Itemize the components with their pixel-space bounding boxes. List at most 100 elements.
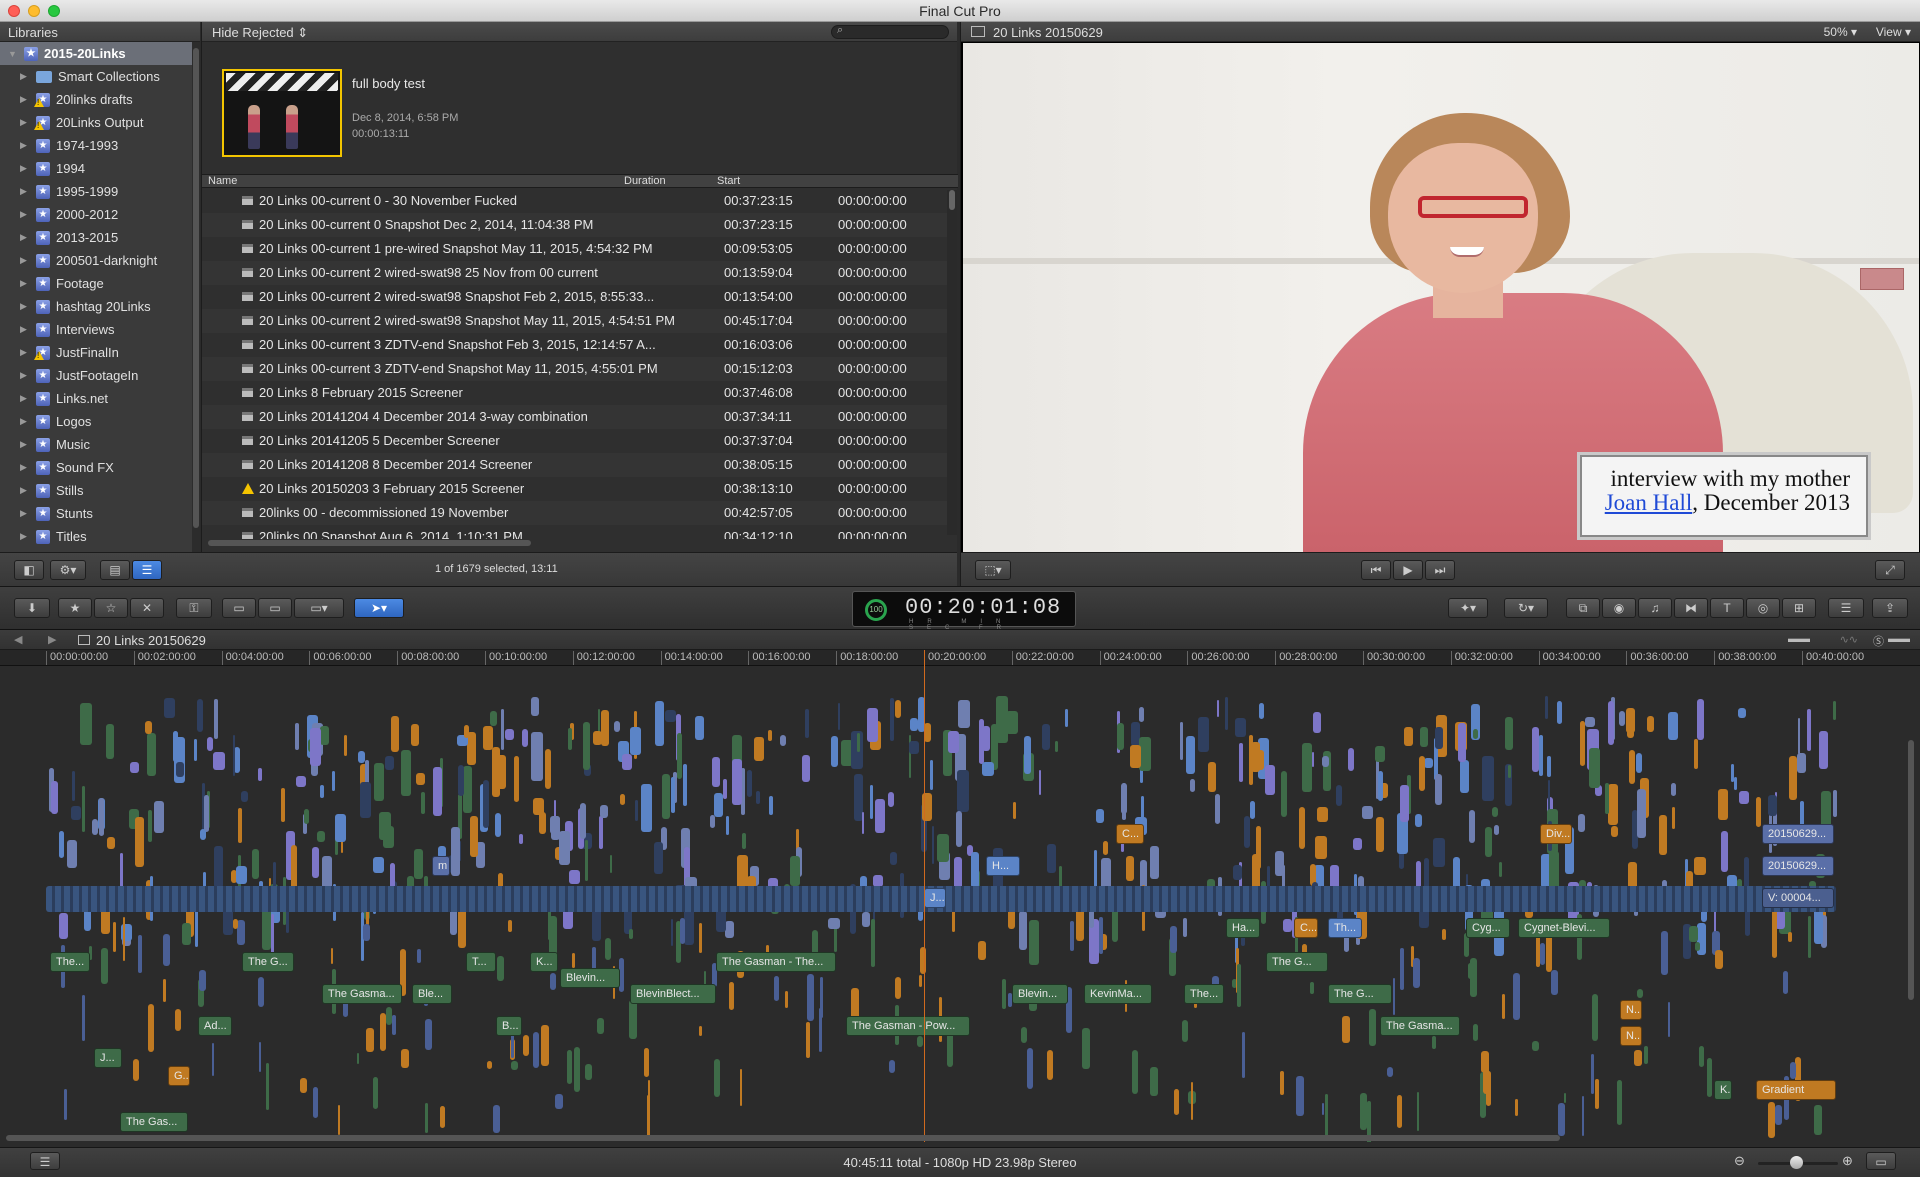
- timeline-clip[interactable]: [80, 703, 93, 746]
- table-row[interactable]: 20 Links 00-current 3 ZDTV-end Snapshot …: [202, 357, 948, 381]
- audio-clip[interactable]: [1637, 988, 1644, 999]
- audio-clip[interactable]: [1581, 1095, 1585, 1136]
- audio-clip[interactable]: [1814, 1104, 1822, 1135]
- column-name[interactable]: Name: [208, 175, 237, 187]
- timeline-clip[interactable]: [1225, 697, 1229, 731]
- timeline-clip[interactable]: [698, 923, 703, 953]
- timeline-clip[interactable]: [1636, 753, 1642, 773]
- timeline-clip[interactable]: [1400, 784, 1410, 823]
- browser-horizontal-scrollbar[interactable]: [208, 540, 948, 546]
- timeline-clip[interactable]: [1006, 711, 1018, 734]
- audio-clip[interactable]: [773, 976, 779, 1002]
- audio-clip[interactable]: [643, 1048, 649, 1078]
- timeline-clip[interactable]: [1234, 718, 1246, 737]
- photos-icon[interactable]: ◉: [1602, 598, 1636, 618]
- audio-clip[interactable]: [550, 973, 556, 990]
- audio-clip[interactable]: [379, 1013, 386, 1051]
- timeline-clip[interactable]: [1544, 696, 1548, 719]
- timeline-clip[interactable]: [755, 790, 760, 804]
- timeline-clip[interactable]: [1376, 817, 1384, 852]
- timeline-clip-label[interactable]: K...: [1714, 1080, 1732, 1100]
- timeline-clip[interactable]: [1434, 773, 1443, 805]
- audio-clip[interactable]: [1341, 1016, 1350, 1043]
- dashboard-timecode[interactable]: 100 00:20:01:08 HR MIN SEC FR: [852, 591, 1076, 631]
- timeline-clip[interactable]: [1548, 779, 1551, 811]
- timeline-clip[interactable]: [1833, 789, 1838, 817]
- table-row[interactable]: 20 Links 20141204 4 December 2014 3-way …: [202, 405, 948, 429]
- audio-clip[interactable]: [871, 919, 875, 967]
- timeline-clip[interactable]: [433, 767, 442, 816]
- audio-clip[interactable]: [1386, 1066, 1393, 1077]
- timeline-clip[interactable]: [182, 923, 192, 946]
- favorite-star-icon[interactable]: ★: [58, 598, 92, 618]
- timeline-clip[interactable]: [194, 738, 198, 761]
- audio-clip[interactable]: [605, 938, 612, 960]
- playhead[interactable]: [924, 650, 925, 1142]
- timeline-clip[interactable]: [385, 755, 394, 770]
- timeline-clip-label[interactable]: The...: [50, 952, 90, 972]
- timeline-clip[interactable]: [1180, 722, 1183, 761]
- audio-clip[interactable]: [647, 1079, 651, 1121]
- timeline-clip[interactable]: [258, 768, 263, 781]
- timeline-clip[interactable]: [1798, 718, 1801, 754]
- media-browser-icon[interactable]: ⧉: [1566, 598, 1600, 618]
- timeline-clip[interactable]: [310, 728, 322, 767]
- timeline-clip[interactable]: [420, 792, 426, 815]
- audio-clip[interactable]: [1540, 942, 1546, 966]
- timeline-clip-label[interactable]: Cyg...: [1466, 918, 1510, 938]
- audio-clip[interactable]: [806, 1022, 811, 1058]
- timeline-clip[interactable]: [334, 813, 346, 843]
- timeline-clip[interactable]: [1607, 701, 1614, 745]
- timeline-clip-label[interactable]: N...: [1620, 1000, 1642, 1020]
- timeline-clip[interactable]: [1789, 756, 1798, 800]
- timeline-clip[interactable]: [67, 839, 78, 868]
- timeline-clip[interactable]: [400, 749, 411, 796]
- timeline-clip-label[interactable]: Blevin...: [560, 968, 620, 988]
- timeline-clip[interactable]: [712, 757, 720, 787]
- timeline-clip[interactable]: [861, 811, 864, 835]
- audio-clip[interactable]: [1431, 1035, 1437, 1049]
- audio-skimming-icon[interactable]: ∿∿: [1840, 633, 1858, 646]
- timeline-clip[interactable]: [889, 851, 898, 866]
- library-item[interactable]: ▶ ★ Interviews: [0, 318, 200, 341]
- timeline-clip[interactable]: [1375, 746, 1385, 762]
- timeline-clip[interactable]: [1029, 920, 1039, 966]
- audio-clip[interactable]: [1644, 1046, 1648, 1064]
- timeline-clip[interactable]: [1458, 723, 1466, 763]
- inspector-icon[interactable]: ☰: [1828, 598, 1864, 618]
- timeline-clip[interactable]: [91, 819, 98, 836]
- timeline-clip[interactable]: [1042, 724, 1050, 751]
- audio-clip[interactable]: [573, 1047, 581, 1093]
- next-edit-icon[interactable]: ⏭: [1425, 560, 1455, 580]
- timeline-clip[interactable]: [937, 833, 949, 863]
- audio-clip[interactable]: [1694, 941, 1701, 951]
- timeline-clip[interactable]: [1808, 916, 1811, 959]
- audio-clip[interactable]: [1482, 1062, 1490, 1094]
- timeline-clip[interactable]: [223, 908, 234, 935]
- timeline-clip[interactable]: [732, 758, 743, 805]
- clip-appearance-icon[interactable]: ▬▬: [1788, 633, 1810, 645]
- timeline-clip[interactable]: [238, 808, 242, 843]
- table-row[interactable]: 20 Links 00-current 2 wired-swat98 Snaps…: [202, 285, 948, 309]
- timeline-clip[interactable]: [875, 799, 885, 833]
- disclosure-closed-icon[interactable]: ▶: [20, 416, 30, 427]
- timeline-clip-label[interactable]: Blevin...: [1012, 984, 1068, 1004]
- timeline-clip[interactable]: [343, 734, 348, 756]
- audio-clip[interactable]: [416, 949, 422, 964]
- timeline-clip[interactable]: [641, 784, 653, 832]
- timeline-clip[interactable]: [1694, 856, 1707, 875]
- audio-clip[interactable]: [392, 1015, 396, 1035]
- audio-clip[interactable]: [1325, 1094, 1328, 1137]
- timeline-clip[interactable]: [1818, 731, 1828, 769]
- timeline-clip[interactable]: [72, 770, 76, 802]
- timeline-clip[interactable]: [1531, 726, 1539, 773]
- timeline-clip[interactable]: [890, 698, 894, 741]
- table-row[interactable]: 20 Links 00-current 0 - 30 November Fuck…: [202, 189, 948, 213]
- timeline-clip[interactable]: [1768, 795, 1778, 817]
- timeline-clip[interactable]: [1183, 917, 1187, 937]
- audio-clip[interactable]: [1532, 1040, 1540, 1051]
- timeline-clip[interactable]: [531, 732, 544, 781]
- timeline-clip[interactable]: [514, 755, 519, 802]
- audio-clip[interactable]: [486, 1061, 492, 1070]
- audio-clip[interactable]: [541, 1025, 549, 1067]
